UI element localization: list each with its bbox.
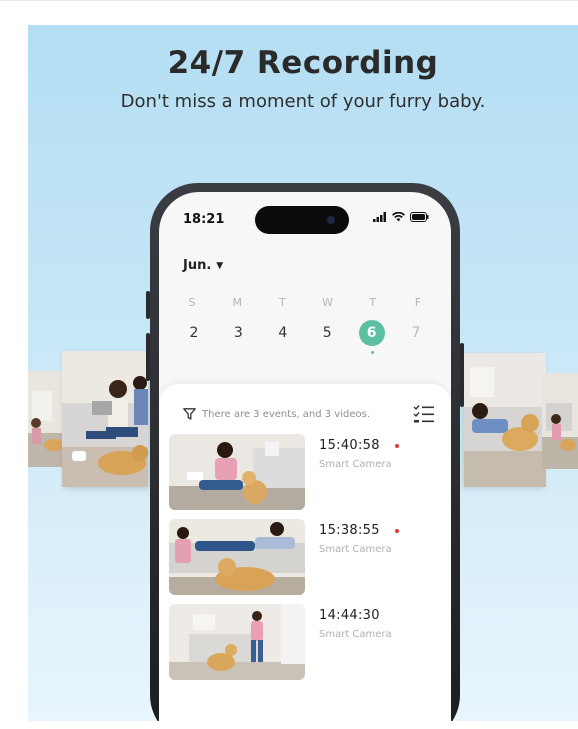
unread-indicator xyxy=(395,444,399,448)
event-source: Smart Camera xyxy=(319,629,392,640)
headline: 24/7 Recording xyxy=(167,45,439,81)
event-thumbnail[interactable] xyxy=(169,519,305,595)
date-cell[interactable]: 2 xyxy=(181,320,207,346)
page-frame: 24/7 Recording Don't miss a moment of yo… xyxy=(0,0,578,729)
events-panel: There are 3 events, and 3 videos. 15:40:… xyxy=(159,384,451,721)
event-item[interactable]: 15:40:58 Smart Camera xyxy=(169,434,441,512)
filter-icon[interactable] xyxy=(183,408,196,420)
date-row: 2 3 4 5 6 7 xyxy=(181,320,429,354)
weekday-label: W xyxy=(322,296,333,309)
event-summary-bar: There are 3 events, and 3 videos. xyxy=(183,404,435,424)
weekday-label: T xyxy=(369,296,377,309)
chevron-down-icon: ▼ xyxy=(216,261,224,271)
weekday-label: F xyxy=(414,296,422,309)
dynamic-island xyxy=(255,206,349,234)
event-time: 15:40:58 xyxy=(319,438,380,453)
date-cell[interactable]: 5 xyxy=(314,320,340,346)
weekday-label: M xyxy=(232,296,242,309)
background-photo-right xyxy=(464,353,546,487)
background-photo-right-far xyxy=(542,373,578,469)
event-item[interactable]: 15:38:55 Smart Camera xyxy=(169,519,441,597)
status-time: 18:21 xyxy=(183,212,225,227)
date-cell-selected[interactable]: 6 xyxy=(358,320,385,354)
event-source: Smart Camera xyxy=(319,459,392,470)
weekday-row: S M T W T F xyxy=(181,296,429,309)
phone-mockup: 18:21 Jun. ▼ S M T W T F 2 3 4 5 6 7 The… xyxy=(146,183,464,721)
date-cell[interactable]: 7 xyxy=(403,320,429,346)
month-selector[interactable]: Jun. ▼ xyxy=(183,258,223,273)
wifi-icon xyxy=(392,212,405,222)
month-label: Jun. xyxy=(183,258,212,273)
event-summary-text: There are 3 events, and 3 videos. xyxy=(202,408,370,420)
subheadline: Don't miss a moment of your furry baby. xyxy=(120,91,486,112)
event-time: 14:44:30 xyxy=(319,608,380,623)
battery-icon xyxy=(410,212,429,222)
promo-banner: 24/7 Recording Don't miss a moment of yo… xyxy=(28,25,578,721)
weekday-label: T xyxy=(279,296,286,309)
status-bar: 18:21 xyxy=(159,192,451,236)
event-thumbnail[interactable] xyxy=(169,604,305,680)
event-source: Smart Camera xyxy=(319,544,392,555)
signal-icon xyxy=(373,212,387,222)
date-cell[interactable]: 4 xyxy=(270,320,296,346)
phone-screen: 18:21 Jun. ▼ S M T W T F 2 3 4 5 6 7 The… xyxy=(159,192,451,721)
date-cell[interactable]: 3 xyxy=(225,320,251,346)
event-time: 15:38:55 xyxy=(319,523,380,538)
background-photo-left xyxy=(62,351,148,487)
list-check-icon[interactable] xyxy=(413,404,435,424)
event-thumbnail[interactable] xyxy=(169,434,305,510)
weekday-label: S xyxy=(188,296,196,309)
unread-indicator xyxy=(395,529,399,533)
event-item[interactable]: 14:44:30 Smart Camera xyxy=(169,604,441,682)
